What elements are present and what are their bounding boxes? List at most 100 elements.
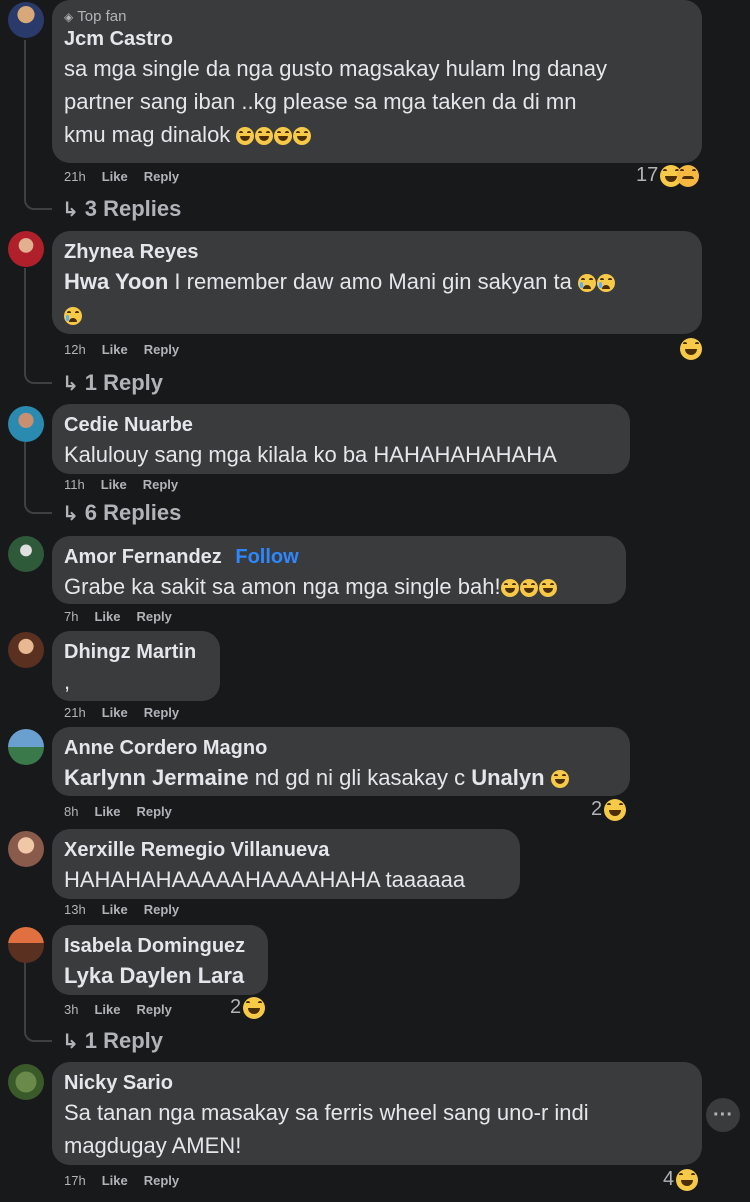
reply-button[interactable]: Reply bbox=[144, 169, 179, 185]
commenter-name[interactable]: Zhynea Reyes bbox=[64, 239, 690, 265]
comment-text: sa mga single da nga gusto magsakay hula… bbox=[64, 52, 690, 151]
reply-arrow-icon: ↳ bbox=[62, 1030, 79, 1053]
timestamp[interactable]: 21h bbox=[64, 705, 86, 721]
avatar[interactable] bbox=[8, 927, 44, 963]
mention-link[interactable]: Hwa Yoon bbox=[64, 269, 168, 294]
avatar[interactable] bbox=[8, 1064, 44, 1100]
timestamp[interactable]: 8h bbox=[64, 804, 78, 820]
replies-count: 3 Replies bbox=[84, 196, 182, 221]
reply-arrow-icon: ↳ bbox=[62, 198, 79, 221]
comment-text: HAHAHAHAAAAAHAAAAHAHA taaaaaa bbox=[64, 867, 466, 892]
reply-button[interactable]: Reply bbox=[143, 477, 178, 493]
avatar[interactable] bbox=[8, 231, 44, 267]
avatar[interactable] bbox=[8, 831, 44, 867]
comment-meta: 12h Like Reply bbox=[64, 342, 179, 358]
commenter-name[interactable]: Xerxille Remegio Villanueva bbox=[64, 837, 508, 863]
comment-text: Karlynn Jermaine nd gd ni gli kasakay c … bbox=[64, 761, 618, 794]
comment-meta: 17h Like Reply bbox=[64, 1173, 179, 1189]
commenter-name: Amor Fernandez Follow bbox=[64, 544, 614, 570]
avatar[interactable] bbox=[8, 2, 44, 38]
avatar[interactable] bbox=[8, 729, 44, 765]
thread-elbow bbox=[24, 370, 52, 384]
commenter-name[interactable]: Isabela Dominguez bbox=[64, 933, 256, 959]
like-button[interactable]: Like bbox=[94, 609, 120, 625]
reply-button[interactable]: Reply bbox=[144, 1173, 179, 1189]
reaction-summary[interactable]: 2 bbox=[230, 996, 266, 1019]
reply-button[interactable]: Reply bbox=[136, 609, 171, 625]
comment-text-body: Grabe ka sakit sa amon nga mga single ba… bbox=[64, 574, 501, 599]
commenter-name[interactable]: Cedie Nuarbe bbox=[64, 412, 618, 438]
haha-emoji-icon bbox=[680, 338, 702, 360]
top-fan-label: Top fan bbox=[77, 8, 127, 25]
comment-text: Sa tanan nga masakay sa ferris wheel san… bbox=[64, 1096, 690, 1162]
avatar[interactable] bbox=[8, 406, 44, 442]
comment-meta: 3h Like Reply bbox=[64, 1002, 172, 1018]
haha-emoji-icon bbox=[274, 127, 293, 145]
comment-meta: 7h Like Reply bbox=[64, 609, 172, 625]
comment-bubble: Cedie Nuarbe Kalulouy sang mga kilala ko… bbox=[52, 404, 630, 474]
top-fan-badge: ◈ Top fan bbox=[64, 8, 690, 26]
replies-count: 1 Reply bbox=[84, 370, 164, 395]
like-button[interactable]: Like bbox=[102, 342, 128, 358]
cry-emoji-icon bbox=[596, 274, 615, 292]
reaction-count: 4 bbox=[663, 1168, 675, 1190]
like-button[interactable]: Like bbox=[102, 169, 128, 185]
timestamp[interactable]: 21h bbox=[64, 169, 86, 185]
reaction-summary[interactable] bbox=[680, 338, 703, 360]
timestamp[interactable]: 13h bbox=[64, 902, 86, 918]
thread-elbow bbox=[24, 1028, 52, 1042]
comment-bubble: Anne Cordero Magno Karlynn Jermaine nd g… bbox=[52, 727, 630, 796]
haha-emoji-icon bbox=[550, 770, 569, 788]
thread-line bbox=[24, 268, 26, 372]
view-replies-link[interactable]: ↳ 1 Reply bbox=[62, 370, 163, 396]
avatar[interactable] bbox=[8, 632, 44, 668]
reaction-summary[interactable]: 17 bbox=[636, 164, 700, 187]
comment-bubble: Xerxille Remegio Villanueva HAHAHAHAAAAA… bbox=[52, 829, 520, 899]
view-replies-link[interactable]: ↳ 6 Replies bbox=[62, 500, 181, 526]
like-button[interactable]: Like bbox=[102, 705, 128, 721]
mention-link[interactable]: Lyka Daylen Lara bbox=[64, 963, 244, 988]
more-options-button[interactable]: ··· bbox=[706, 1098, 740, 1132]
reply-button[interactable]: Reply bbox=[136, 1002, 171, 1018]
reaction-count: 2 bbox=[591, 798, 603, 820]
like-button[interactable]: Like bbox=[102, 902, 128, 918]
commenter-name-text[interactable]: Amor Fernandez bbox=[64, 546, 222, 568]
comment-text-body: I remember daw amo Mani gin sakyan ta bbox=[168, 269, 572, 294]
commenter-name[interactable]: Anne Cordero Magno bbox=[64, 735, 618, 761]
like-button[interactable]: Like bbox=[94, 1002, 120, 1018]
commenter-name[interactable]: Jcm Castro bbox=[64, 26, 690, 52]
comment-text: Grabe ka sakit sa amon nga mga single ba… bbox=[64, 570, 614, 603]
reaction-summary[interactable]: 4 bbox=[663, 1168, 699, 1191]
reply-button[interactable]: Reply bbox=[144, 342, 179, 358]
timestamp[interactable]: 12h bbox=[64, 342, 86, 358]
timestamp[interactable]: 11h bbox=[64, 477, 85, 493]
follow-button[interactable]: Follow bbox=[235, 546, 298, 568]
avatar[interactable] bbox=[8, 536, 44, 572]
like-button[interactable]: Like bbox=[101, 477, 127, 493]
commenter-name[interactable]: Nicky Sario bbox=[64, 1070, 690, 1096]
haha-emoji-icon bbox=[519, 579, 538, 597]
thread-elbow bbox=[24, 500, 52, 514]
diamond-icon: ◈ bbox=[64, 10, 74, 24]
comment-bubble: Nicky Sario Sa tanan nga masakay sa ferr… bbox=[52, 1062, 702, 1165]
mention-link[interactable]: Unalyn bbox=[471, 765, 544, 790]
haha-emoji-icon bbox=[676, 1168, 699, 1191]
reaction-summary[interactable]: 2 bbox=[591, 798, 627, 821]
like-button[interactable]: Like bbox=[102, 1173, 128, 1189]
reply-button[interactable]: Reply bbox=[136, 804, 171, 820]
view-replies-link[interactable]: ↳ 1 Reply bbox=[62, 1028, 163, 1054]
reply-button[interactable]: Reply bbox=[144, 902, 179, 918]
timestamp[interactable]: 3h bbox=[64, 1002, 78, 1018]
commenter-name[interactable]: Dhingz Martin bbox=[64, 639, 208, 665]
comment-meta: 8h Like Reply bbox=[64, 804, 172, 820]
haha-emoji-icon bbox=[538, 579, 557, 597]
reply-button[interactable]: Reply bbox=[144, 705, 179, 721]
like-button[interactable]: Like bbox=[94, 804, 120, 820]
timestamp[interactable]: 17h bbox=[64, 1173, 86, 1189]
thread-line bbox=[24, 40, 26, 198]
view-replies-link[interactable]: ↳ 3 Replies bbox=[62, 196, 181, 222]
timestamp[interactable]: 7h bbox=[64, 609, 78, 625]
mention-link[interactable]: Karlynn Jermaine bbox=[64, 765, 249, 790]
comment-line: partner sang iban ..kg please sa mga tak… bbox=[64, 89, 577, 114]
comment-text-body: nd gd ni gli kasakay c bbox=[248, 765, 472, 790]
